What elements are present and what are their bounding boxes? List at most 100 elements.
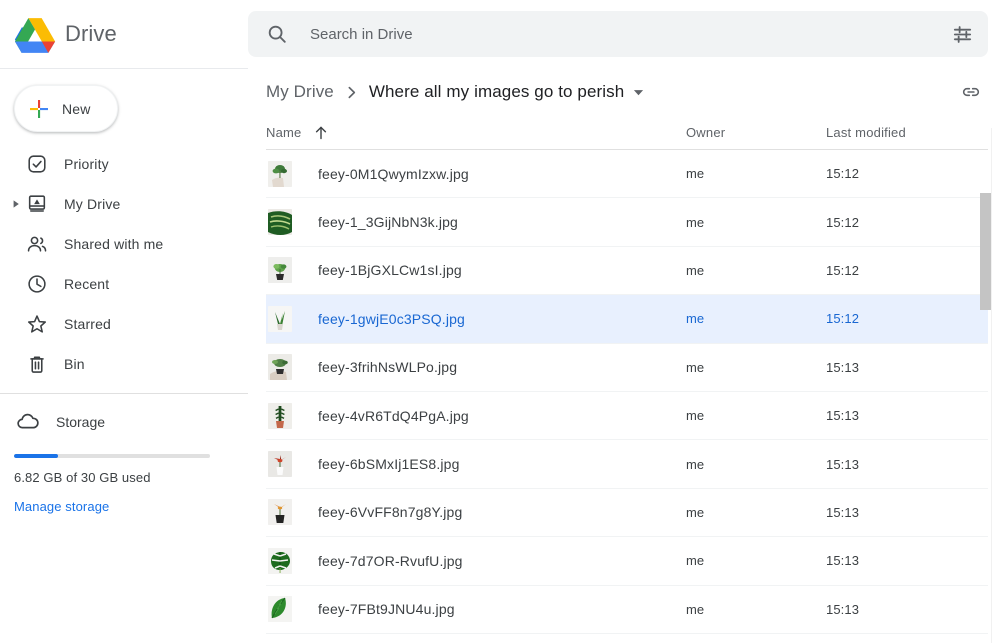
star-icon: [26, 313, 48, 335]
table-row[interactable]: feey-6VvFF8n7g8Y.jpg me 15:13: [266, 489, 988, 538]
file-thumbnail-monstera-leaf: [268, 547, 292, 574]
cloud-icon: [16, 410, 40, 434]
file-owner: me: [686, 553, 705, 569]
file-name[interactable]: feey-1_3GijNbN3k.jpg: [318, 214, 458, 230]
sidebar-nav: Priority My Drive Shared with me Recent …: [0, 144, 248, 384]
brand-area[interactable]: Drive: [0, 0, 248, 68]
table-row[interactable]: feey-1_3GijNbN3k.jpg me 15:12: [266, 198, 988, 247]
file-name-cell: feey-1_3GijNbN3k.jpg: [266, 209, 686, 236]
sidebar-item-storage[interactable]: Storage: [0, 402, 248, 442]
file-last-modified: 15:12: [826, 262, 860, 278]
file-owner: me: [686, 601, 705, 617]
file-last-modified: 15:13: [826, 456, 860, 472]
search-bar[interactable]: [248, 11, 988, 57]
storage-label: Storage: [56, 414, 106, 430]
sidebar-item-label: Starred: [64, 316, 111, 332]
file-name[interactable]: feey-1gwjE0c3PSQ.jpg: [318, 311, 465, 327]
chevron-right-icon: [345, 86, 358, 99]
file-last-modified: 15:12: [826, 166, 860, 182]
new-button-label: New: [62, 100, 91, 117]
sidebar-item-label: Recent: [64, 276, 110, 292]
file-thumbnail-tall-cactus-terracotta: [268, 402, 292, 429]
top-bar: Drive: [0, 0, 1000, 68]
people-icon: [26, 233, 48, 255]
app-title: Drive: [65, 21, 117, 46]
sidebar-item-bin[interactable]: Bin: [0, 344, 248, 384]
column-header-name-label: Name: [266, 125, 302, 140]
tune-icon[interactable]: [951, 23, 974, 46]
table-row[interactable]: feey-6bSMxIj1ES8.jpg me 15:13: [266, 440, 988, 489]
breadcrumb-current-folder[interactable]: Where all my images go to perish: [369, 82, 624, 102]
storage-progress-bar: [14, 454, 210, 458]
file-name[interactable]: feey-4vR6TdQ4PgA.jpg: [318, 408, 469, 424]
file-last-modified: 15:13: [826, 601, 860, 617]
column-header-owner[interactable]: Owner: [686, 125, 826, 140]
drive-app: Drive Search in Drive New Priority My Dr…: [0, 0, 1000, 643]
vertical-scrollbar[interactable]: [980, 193, 991, 643]
file-list-rows: feey-0M1QwymIzxw.jpg me 15:12 feey-1_3GijNb…: [266, 150, 988, 634]
file-name-cell: feey-6VvFF8n7g8Y.jpg: [266, 499, 686, 526]
link-icon[interactable]: [960, 81, 982, 103]
app-body: New Priority My Drive Shared with me Rec…: [0, 68, 1000, 643]
search-icon[interactable]: [266, 23, 288, 45]
file-name[interactable]: feey-6VvFF8n7g8Y.jpg: [318, 504, 462, 520]
sidebar-item-recent[interactable]: Recent: [0, 264, 248, 304]
sidebar: New Priority My Drive Shared with me Rec…: [0, 68, 248, 643]
file-last-modified: 15:13: [826, 553, 860, 569]
file-name-cell: feey-1BjGXLCw1sI.jpg: [266, 257, 686, 284]
scrollbar-thumb[interactable]: [980, 193, 991, 310]
file-owner: me: [686, 456, 705, 472]
file-thumbnail-hand-holding-pot: [268, 354, 292, 381]
file-owner: me: [686, 359, 705, 375]
table-row[interactable]: feey-0M1QwymIzxw.jpg me 15:12: [266, 150, 988, 199]
file-owner: me: [686, 408, 705, 424]
new-button[interactable]: New: [14, 85, 118, 132]
file-name[interactable]: feey-7FBt9JNU4u.jpg: [318, 601, 455, 617]
table-row[interactable]: feey-1BjGXLCw1sI.jpg me 15:12: [266, 247, 988, 296]
file-thumbnail-plant-hand-white: [268, 160, 292, 187]
file-thumbnail-spiky-plant-white: [268, 305, 292, 332]
search-input[interactable]: [308, 24, 951, 44]
search-area: [248, 11, 1000, 57]
sidebar-item-priority[interactable]: Priority: [0, 144, 248, 184]
table-row[interactable]: feey-3frihNsWLPo.jpg me 15:13: [266, 344, 988, 392]
file-name[interactable]: feey-0M1QwymIzxw.jpg: [318, 166, 469, 182]
sidebar-item-label: Shared with me: [64, 236, 164, 252]
table-row[interactable]: feey-7FBt9JNU4u.jpg me 15:13: [266, 586, 988, 634]
drive-box-icon: [26, 193, 48, 215]
clock-icon: [26, 273, 48, 295]
manage-storage-link[interactable]: Manage storage: [14, 499, 248, 514]
file-owner: me: [686, 214, 705, 230]
table-row[interactable]: feey-4vR6TdQ4PgA.jpg me 15:13: [266, 392, 988, 441]
column-header-name[interactable]: Name: [266, 125, 686, 141]
file-name-cell: feey-0M1QwymIzxw.jpg: [266, 160, 686, 187]
sidebar-item-my-drive[interactable]: My Drive: [0, 184, 248, 224]
sidebar-divider: [0, 393, 248, 394]
file-name[interactable]: feey-1BjGXLCw1sI.jpg: [318, 262, 462, 278]
file-list: Name Owner Last modified feey-0M1QwymIzx…: [248, 116, 1000, 643]
file-name-cell: feey-4vR6TdQ4PgA.jpg: [266, 402, 686, 429]
chevron-right-icon-my-drive[interactable]: [8, 200, 24, 208]
sidebar-item-starred[interactable]: Starred: [0, 304, 248, 344]
file-owner: me: [686, 166, 705, 182]
breadcrumb-root[interactable]: My Drive: [266, 82, 334, 102]
file-owner: me: [686, 262, 705, 278]
table-row[interactable]: feey-7d7OR-RvufU.jpg me 15:13: [266, 537, 988, 586]
check-circle-icon: [26, 153, 48, 175]
plus-icon: [27, 97, 51, 121]
chevron-down-icon[interactable]: [633, 87, 644, 98]
file-thumbnail-striped-leaf: [268, 209, 292, 236]
file-name[interactable]: feey-7d7OR-RvufU.jpg: [318, 553, 463, 569]
file-name[interactable]: feey-3frihNsWLPo.jpg: [318, 359, 457, 375]
file-thumbnail-red-flower-white-pot: [268, 451, 292, 478]
column-header-last-modified[interactable]: Last modified: [826, 125, 988, 140]
file-name-cell: feey-6bSMxIj1ES8.jpg: [266, 451, 686, 478]
sidebar-item-shared-with-me[interactable]: Shared with me: [0, 224, 248, 264]
file-name-cell: feey-7FBt9JNU4u.jpg: [266, 596, 686, 623]
trash-icon: [26, 353, 48, 375]
file-name[interactable]: feey-6bSMxIj1ES8.jpg: [318, 456, 460, 472]
file-owner: me: [686, 504, 705, 520]
table-row[interactable]: feey-1gwjE0c3PSQ.jpg me 15:12: [266, 295, 988, 344]
file-last-modified: 15:12: [826, 311, 860, 327]
file-last-modified: 15:13: [826, 504, 860, 520]
